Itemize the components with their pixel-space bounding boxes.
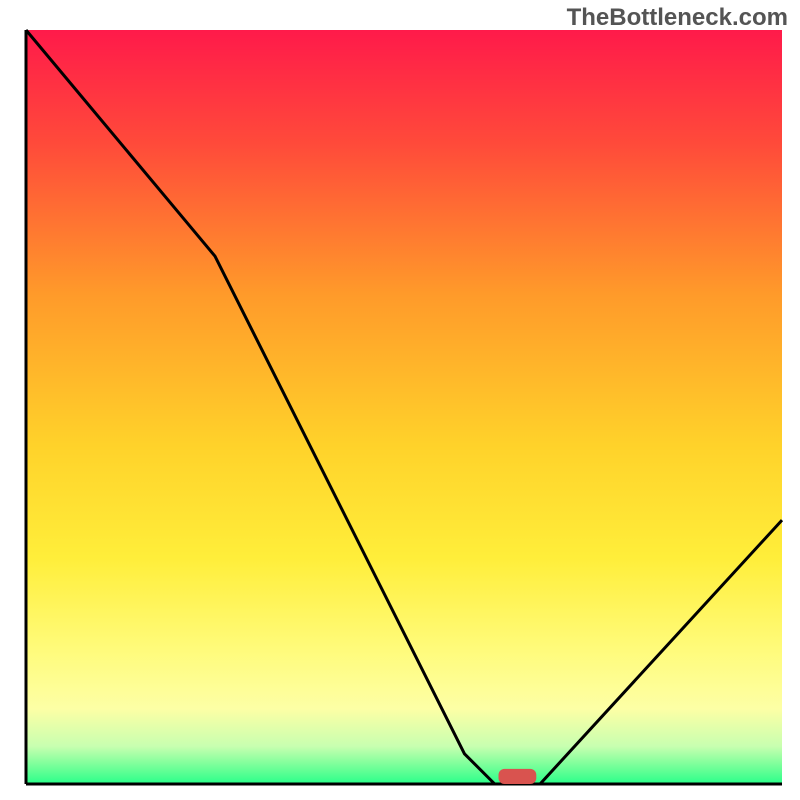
bottleneck-chart bbox=[0, 0, 800, 800]
watermark-text: TheBottleneck.com bbox=[567, 4, 788, 32]
gradient-background bbox=[26, 30, 782, 784]
optimum-marker bbox=[499, 769, 537, 784]
chart-container: TheBottleneck.com bbox=[0, 0, 800, 800]
